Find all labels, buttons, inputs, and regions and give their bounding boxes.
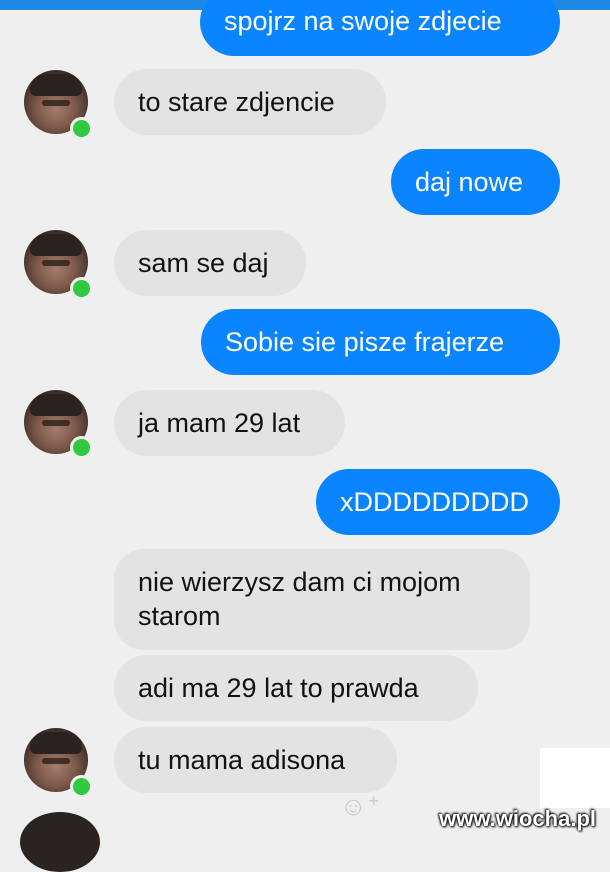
message-bubble-incoming[interactable]: adi ma 29 lat to prawda: [114, 655, 478, 721]
online-dot-icon: [70, 775, 93, 798]
message-text: to stare zdjencie: [138, 87, 335, 117]
online-dot-icon: [70, 436, 93, 459]
message-bubble-incoming[interactable]: nie wierzysz dam ci mojom starom: [114, 549, 530, 650]
message-bubble-incoming[interactable]: to stare zdjencie: [114, 69, 386, 135]
message-text: daj nowe: [415, 167, 524, 197]
avatar-hair: [30, 234, 82, 256]
online-dot-icon: [70, 277, 93, 300]
avatar-eyes: [42, 758, 70, 764]
message-bubble-incoming[interactable]: ja mam 29 lat: [114, 390, 345, 456]
message-text: nie wierzysz dam ci mojom starom: [138, 567, 461, 631]
message-bubble-incoming[interactable]: tu mama adisona: [114, 727, 397, 793]
avatar-hair: [30, 732, 82, 754]
message-text: tu mama adisona: [138, 745, 346, 775]
avatar-hair: [30, 394, 82, 416]
message-bubble-incoming[interactable]: sam se daj: [114, 230, 306, 296]
message-text: spojrz na swoje zdjecie: [224, 6, 502, 36]
message-text: xDDDDDDDDD: [340, 487, 529, 517]
white-patch: [540, 748, 610, 808]
smiley-icon: ☺: [340, 791, 367, 821]
avatar-eyes: [42, 260, 70, 266]
avatar-eyes: [42, 100, 70, 106]
message-bubble-outgoing[interactable]: spojrz na swoje zdjecie: [200, 0, 560, 56]
message-text: Sobie sie pisze frajerze: [225, 327, 505, 357]
contact-avatar-partial: [20, 812, 100, 872]
smiley-plus-icon[interactable]: ☺ +: [340, 788, 390, 824]
message-bubble-outgoing[interactable]: xDDDDDDDDD: [316, 469, 560, 535]
message-bubble-outgoing[interactable]: daj nowe: [391, 149, 560, 215]
avatar-eyes: [42, 420, 70, 426]
watermark: www.wiocha.pl: [439, 806, 596, 831]
message-bubble-outgoing[interactable]: Sobie sie pisze frajerze: [201, 309, 560, 375]
message-text: ja mam 29 lat: [138, 408, 301, 438]
message-text: adi ma 29 lat to prawda: [138, 673, 419, 703]
plus-icon: +: [368, 791, 380, 811]
online-dot-icon: [70, 117, 93, 140]
message-text: sam se daj: [138, 248, 269, 278]
avatar-hair: [30, 74, 82, 96]
